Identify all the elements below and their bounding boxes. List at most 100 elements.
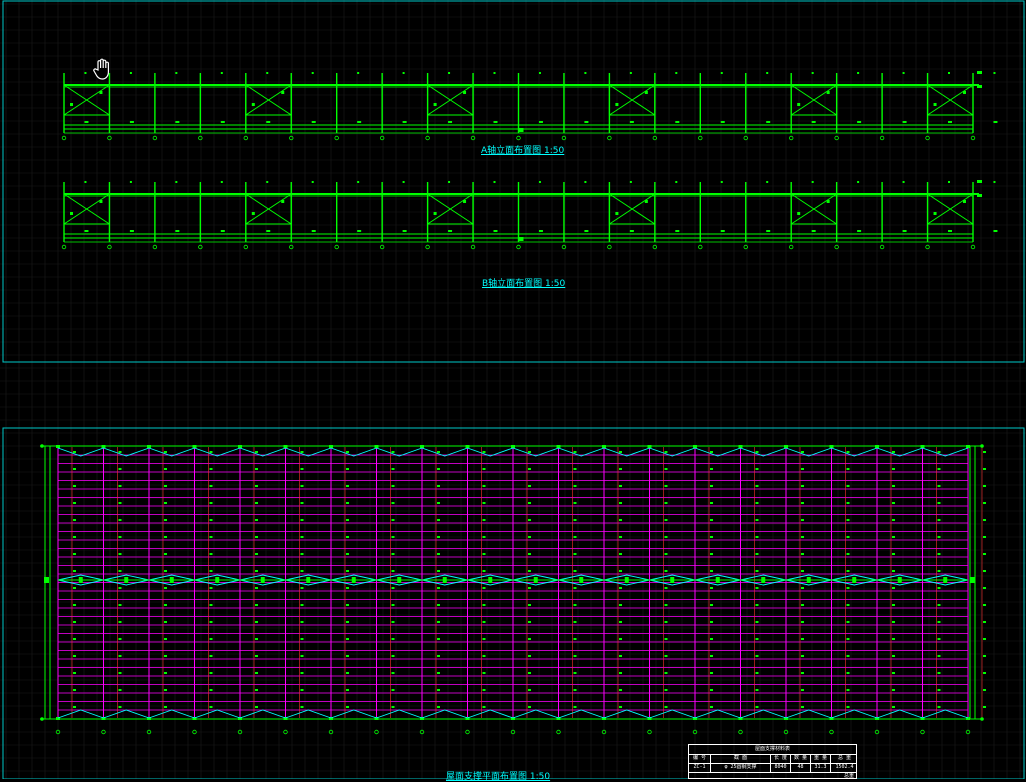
brace-node: [70, 103, 73, 106]
purlin-support: [73, 536, 76, 538]
ridge-node: [488, 577, 493, 583]
purlin-support: [209, 468, 213, 470]
purlin-support: [255, 553, 258, 555]
girt-mark: [766, 230, 771, 232]
eave-node: [647, 445, 652, 448]
purlin-support: [528, 536, 531, 538]
purlin-support: [801, 604, 804, 606]
purlin-support: [619, 451, 622, 453]
purlin-support: [710, 570, 713, 572]
axis-bubble: [516, 135, 521, 141]
cad-canvas[interactable]: [0, 0, 1026, 779]
purlin-support: [300, 672, 304, 674]
purlin-support: [437, 570, 440, 572]
purlin-support: [892, 502, 895, 504]
purlin-support: [482, 655, 486, 657]
purlin-support: [755, 468, 759, 470]
girt-mark: [857, 230, 862, 232]
purlin-mark: [493, 72, 496, 74]
purlin-support: [664, 706, 668, 708]
purlin-support: [391, 451, 395, 453]
purlin-support: [164, 519, 167, 521]
ridge-node: [533, 577, 538, 583]
purlin-mark: [948, 181, 951, 183]
purlin-support: [300, 604, 304, 606]
purlin-support: [937, 621, 941, 623]
purlin-mark: [357, 72, 360, 74]
axis-bubble: [243, 135, 248, 141]
legend-cell: 1502.4: [835, 764, 854, 770]
purlin-support: [255, 468, 258, 470]
purlin-support: [619, 536, 622, 538]
purlin-support: [391, 468, 395, 470]
purlin-support: [710, 519, 713, 521]
purlin-support: [209, 655, 213, 657]
purlin-support: [209, 570, 213, 572]
brace-node: [797, 212, 801, 215]
purlin-mark: [811, 181, 814, 183]
girt-mark: [266, 121, 271, 123]
purlin-support: [73, 604, 76, 606]
purlin-support: [73, 485, 76, 487]
purlin-support: [482, 519, 486, 521]
ridge-node: [260, 577, 265, 583]
purlin-support: [528, 638, 531, 640]
purlin-support: [391, 519, 395, 521]
purlin-support: [983, 536, 986, 538]
purlin-support: [619, 519, 622, 521]
legend-cell: 48: [791, 763, 811, 772]
purlin-support: [573, 655, 577, 657]
purlin-support: [892, 519, 895, 521]
brace-node: [463, 91, 467, 94]
brace-node: [433, 212, 437, 215]
eave-node: [329, 445, 333, 448]
end-mark: [977, 180, 982, 183]
purlin-support: [801, 519, 804, 521]
ridge-node: [169, 577, 174, 583]
purlin-support: [346, 553, 349, 555]
purlin-support: [755, 621, 759, 623]
girt-mark: [538, 230, 543, 232]
center-mark: [518, 237, 524, 241]
axis-bubble: [198, 244, 203, 250]
axis-bubble: [879, 135, 885, 141]
purlin-support: [482, 604, 486, 606]
purlin-support: [892, 485, 895, 487]
girt-mark: [402, 230, 407, 232]
girt-mark: [857, 121, 862, 123]
brace-node: [251, 212, 255, 215]
purlin-support: [892, 689, 895, 691]
axis-bubble: [152, 135, 158, 141]
purlin-support: [664, 655, 668, 657]
purlin-support: [801, 536, 804, 538]
axis-bubble: [607, 244, 612, 250]
axis-bubble: [61, 135, 67, 141]
purlin-support: [710, 621, 713, 623]
purlin-support: [255, 485, 258, 487]
purlin-support: [73, 570, 76, 572]
girt-mark: [766, 121, 771, 123]
purlin-support: [937, 672, 941, 674]
purlin-mark: [357, 181, 360, 183]
legend-header-cell: 重 量: [811, 754, 831, 763]
purlin-support: [118, 570, 122, 572]
eave-node: [556, 445, 561, 448]
purlin-support: [937, 536, 941, 538]
axis-bubble: [152, 244, 158, 250]
purlin-support: [846, 706, 850, 708]
girt-mark: [993, 230, 998, 232]
purlin-support: [255, 502, 258, 504]
eave-node: [511, 445, 515, 448]
purlin-support: [482, 570, 486, 572]
purlin-support: [346, 468, 349, 470]
purlin-support: [619, 485, 622, 487]
purlin-support: [937, 553, 941, 555]
purlin-support: [846, 570, 850, 572]
purlin-support: [573, 502, 577, 504]
legend-note: 总重: [843, 773, 854, 779]
girt-mark: [493, 121, 498, 123]
purlin-support: [437, 468, 440, 470]
purlin-support: [983, 468, 986, 470]
girt-mark: [220, 121, 225, 123]
purlin-support: [528, 604, 531, 606]
